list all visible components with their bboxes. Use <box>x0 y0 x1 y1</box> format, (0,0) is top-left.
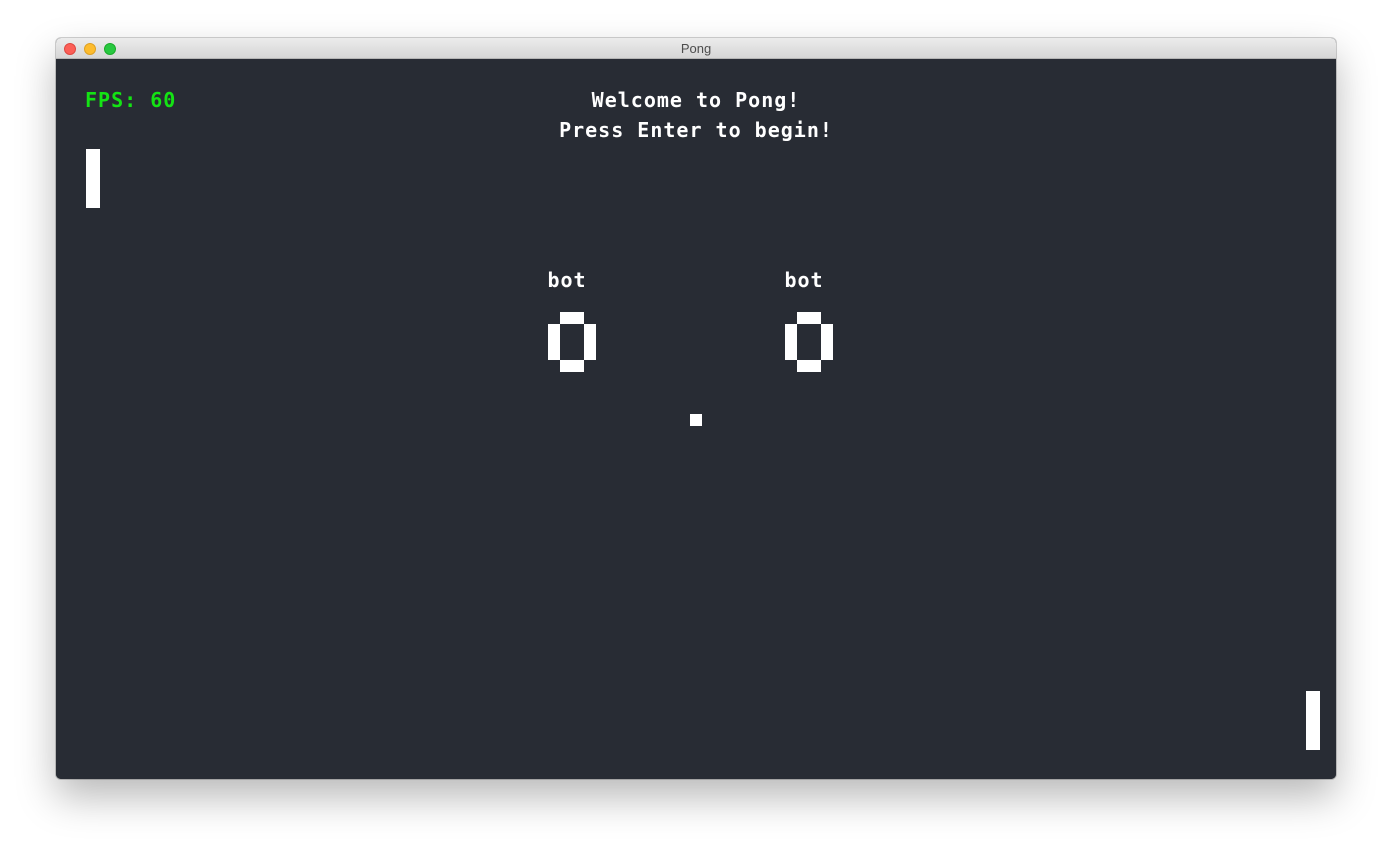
game-window: Pong FPS: 60 Welcome to Pong! Press Ente… <box>56 38 1336 779</box>
ball <box>690 414 702 426</box>
score-pixel <box>548 336 560 348</box>
player-1-score: 0 <box>548 312 596 372</box>
score-pixel <box>821 348 833 360</box>
window-title: Pong <box>680 41 712 56</box>
left-paddle <box>86 149 100 208</box>
welcome-message: Welcome to Pong! <box>591 88 801 112</box>
score-pixel <box>821 336 833 348</box>
score-pixel <box>572 312 584 324</box>
score-pixel <box>548 348 560 360</box>
score-pixel <box>560 360 572 372</box>
score-pixel <box>809 312 821 324</box>
right-paddle <box>1306 691 1320 750</box>
score-pixel <box>821 324 833 336</box>
score-pixel <box>572 360 584 372</box>
score-pixel <box>584 324 596 336</box>
player-2-name: bot <box>784 268 824 292</box>
score-pixel <box>584 348 596 360</box>
score-pixel <box>785 324 797 336</box>
title-bar[interactable]: Pong <box>56 38 1336 59</box>
score-pixel <box>797 312 809 324</box>
score-pixel <box>785 348 797 360</box>
press-enter-message: Press Enter to begin! <box>559 118 833 142</box>
player-1-name: bot <box>547 268 587 292</box>
score-pixel <box>548 324 560 336</box>
score-pixel <box>785 336 797 348</box>
player-2-score: 0 <box>785 312 833 372</box>
score-pixel <box>584 336 596 348</box>
score-pixel <box>809 360 821 372</box>
score-pixel <box>560 312 572 324</box>
score-pixel <box>797 360 809 372</box>
game-canvas[interactable]: FPS: 60 Welcome to Pong! Press Enter to … <box>56 60 1336 779</box>
